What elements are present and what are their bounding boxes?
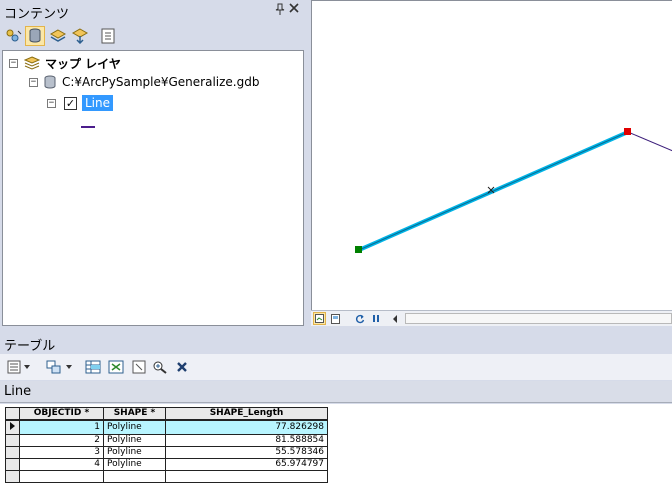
contents-tree: − マップ レイヤ − C:¥ArcPySample¥Generalize.gd… (2, 50, 304, 326)
row-selector[interactable] (5, 457, 20, 471)
map-layers-node[interactable]: − マップ レイヤ (9, 54, 121, 72)
cell-shape-length[interactable]: 65.974797 (165, 457, 328, 471)
database-icon (44, 75, 56, 89)
table-row[interactable]: 3 Polyline 55.578346 (5, 445, 328, 459)
list-by-drawing-order-icon[interactable] (4, 26, 24, 46)
start-vertex (355, 246, 362, 253)
clear-selection-icon[interactable] (129, 357, 149, 377)
table-title-bar: テーブル (0, 332, 672, 354)
cell-objectid[interactable]: 1 (19, 419, 104, 435)
collapse-icon[interactable]: − (29, 77, 38, 87)
line-legend-symbol (81, 126, 95, 128)
cell-shape-length[interactable]: 77.826298 (165, 419, 328, 435)
scroll-left-icon[interactable] (388, 312, 401, 325)
line-layer-node[interactable]: − ✓ Line (47, 94, 114, 112)
layers-icon (24, 56, 40, 70)
close-icon[interactable] (289, 2, 299, 17)
cell-shape[interactable]: Polyline (103, 457, 166, 471)
map-layers-label: マップ レイヤ (45, 56, 121, 71)
attribute-grid: OBJECTID * SHAPE * SHAPE_Length 1 Polyli… (5, 407, 328, 483)
table-options-icon[interactable] (4, 357, 24, 377)
collapse-icon[interactable]: − (47, 98, 56, 108)
chevron-down-icon[interactable] (22, 357, 32, 377)
empty-cell[interactable] (19, 469, 104, 483)
collapse-icon[interactable]: − (9, 58, 18, 68)
column-header-shape-length[interactable]: SHAPE_Length (165, 407, 328, 421)
new-row[interactable] (5, 469, 328, 483)
refresh-icon[interactable] (353, 312, 366, 325)
table-tab-label: Line (4, 384, 32, 399)
table-title: テーブル (4, 339, 56, 354)
end-vertex (624, 128, 631, 135)
arcmap-window: コンテンツ − マップ レイヤ − C:¥ArcPySample¥General… (0, 0, 672, 497)
list-by-visibility-icon[interactable] (48, 26, 68, 46)
cell-shape-length[interactable]: 55.578346 (165, 445, 328, 459)
cell-shape-length[interactable]: 81.588854 (165, 433, 328, 447)
cell-shape[interactable]: Polyline (103, 433, 166, 447)
switch-selection-icon[interactable] (106, 357, 126, 377)
pause-drawing-icon[interactable] (369, 312, 382, 325)
list-by-source-icon[interactable] (25, 26, 45, 46)
cell-objectid[interactable]: 4 (19, 457, 104, 471)
contents-title: コンテンツ (4, 7, 70, 22)
related-tables-icon[interactable] (44, 357, 64, 377)
cell-objectid[interactable]: 2 (19, 433, 104, 447)
table-tab[interactable]: Line (0, 381, 672, 403)
column-header-shape[interactable]: SHAPE * (103, 407, 166, 421)
select-by-attributes-icon[interactable] (83, 357, 103, 377)
cell-shape[interactable]: Polyline (103, 445, 166, 459)
chevron-down-icon[interactable] (64, 357, 74, 377)
map-line-feature-core (358, 131, 629, 251)
map-line-continuation (627, 131, 672, 152)
row-selector[interactable] (5, 469, 20, 483)
row-selector-header (5, 407, 20, 421)
column-header-objectid[interactable]: OBJECTID * (19, 407, 104, 421)
line-layer-label[interactable]: Line (82, 95, 114, 111)
delete-selected-icon[interactable] (172, 357, 192, 377)
database-path: C:¥ArcPySample¥Generalize.gdb (62, 75, 260, 89)
map-status-bar (311, 310, 672, 326)
map-display[interactable] (311, 0, 672, 310)
table-row[interactable]: 2 Polyline 81.588854 (5, 433, 328, 447)
current-row-indicator[interactable] (5, 419, 20, 435)
cell-objectid[interactable]: 3 (19, 445, 104, 459)
layer-visibility-checkbox[interactable]: ✓ (64, 96, 77, 110)
empty-cell[interactable] (103, 469, 166, 483)
contents-toolbar (0, 23, 306, 49)
list-by-selection-icon[interactable] (70, 26, 90, 46)
table-row[interactable]: 1 Polyline 77.826298 (5, 419, 328, 435)
zoom-to-selected-icon[interactable] (150, 357, 170, 377)
database-node[interactable]: − C:¥ArcPySample¥Generalize.gdb (29, 73, 259, 91)
row-selector[interactable] (5, 433, 20, 447)
row-selector[interactable] (5, 445, 20, 459)
table-toolbar (0, 354, 672, 380)
layout-view-icon[interactable] (329, 312, 342, 325)
cell-shape[interactable]: Polyline (103, 419, 166, 435)
table-row[interactable]: 4 Polyline 65.974797 (5, 457, 328, 471)
contents-title-bar: コンテンツ (0, 0, 306, 22)
attribute-table: OBJECTID * SHAPE * SHAPE_Length 1 Polyli… (0, 404, 672, 497)
options-icon[interactable] (98, 26, 118, 46)
empty-cell[interactable] (165, 469, 328, 483)
horizontal-scrollbar[interactable] (405, 313, 672, 324)
data-view-icon[interactable] (313, 312, 326, 325)
pin-icon[interactable] (275, 3, 285, 18)
